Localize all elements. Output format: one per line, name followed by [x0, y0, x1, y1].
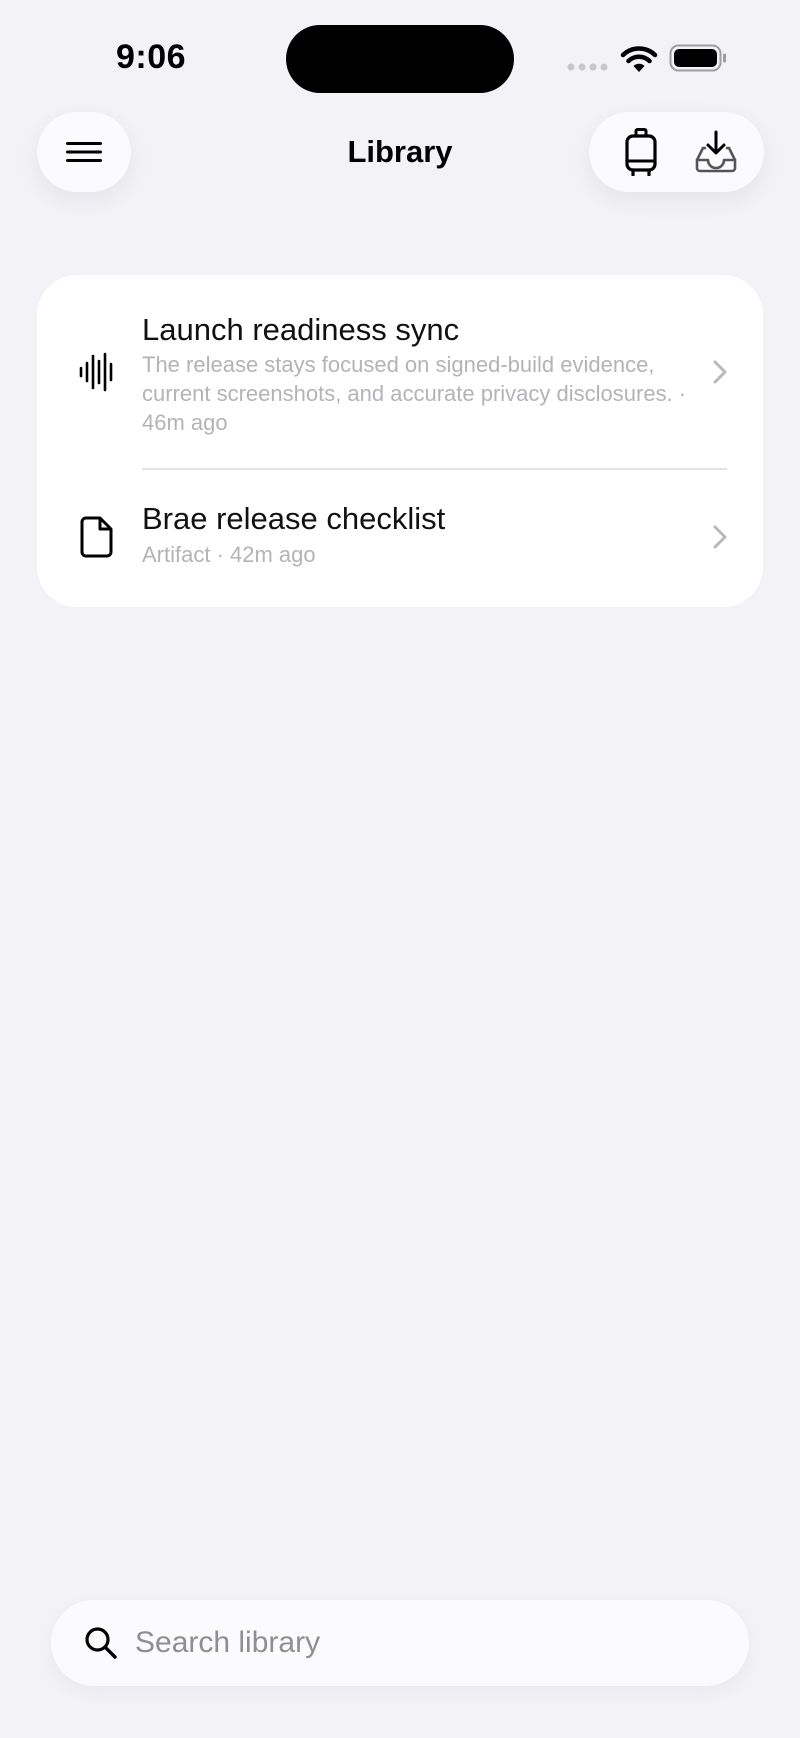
cellular-signal-icon — [567, 63, 608, 71]
status-time: 9:06 — [115, 38, 187, 76]
luggage-icon — [625, 128, 657, 176]
dynamic-island — [286, 25, 514, 93]
list-item[interactable]: Brae release checklist Artifact · 42m ag… — [37, 469, 763, 607]
inbox-download-button[interactable] — [686, 122, 746, 182]
luggage-button[interactable] — [611, 122, 671, 182]
search-input[interactable] — [135, 1600, 715, 1686]
status-bar: 9:06 — [0, 0, 800, 110]
search-bar[interactable] — [51, 1600, 749, 1686]
chevron-right-icon — [713, 360, 727, 384]
list-item-subtitle: Artifact · 42m ago — [142, 542, 316, 567]
battery-icon — [669, 44, 726, 72]
header-actions — [589, 112, 764, 192]
list-item-title: Launch readiness sync — [142, 312, 460, 347]
document-icon — [75, 515, 119, 559]
waveform-icon — [75, 350, 119, 394]
list-item-subtitle: The release stays focused on signed-buil… — [142, 352, 687, 435]
menu-button[interactable] — [37, 112, 131, 192]
library-list: Launch readiness sync The release stays … — [37, 275, 763, 607]
menu-icon — [66, 142, 102, 162]
list-item[interactable]: Launch readiness sync The release stays … — [37, 275, 763, 470]
search-icon — [85, 1627, 117, 1659]
inbox-download-icon — [695, 130, 737, 173]
wifi-icon — [620, 46, 658, 72]
page-title: Library — [347, 134, 453, 169]
list-item-title: Brae release checklist — [142, 501, 446, 536]
chevron-right-icon — [713, 525, 727, 549]
